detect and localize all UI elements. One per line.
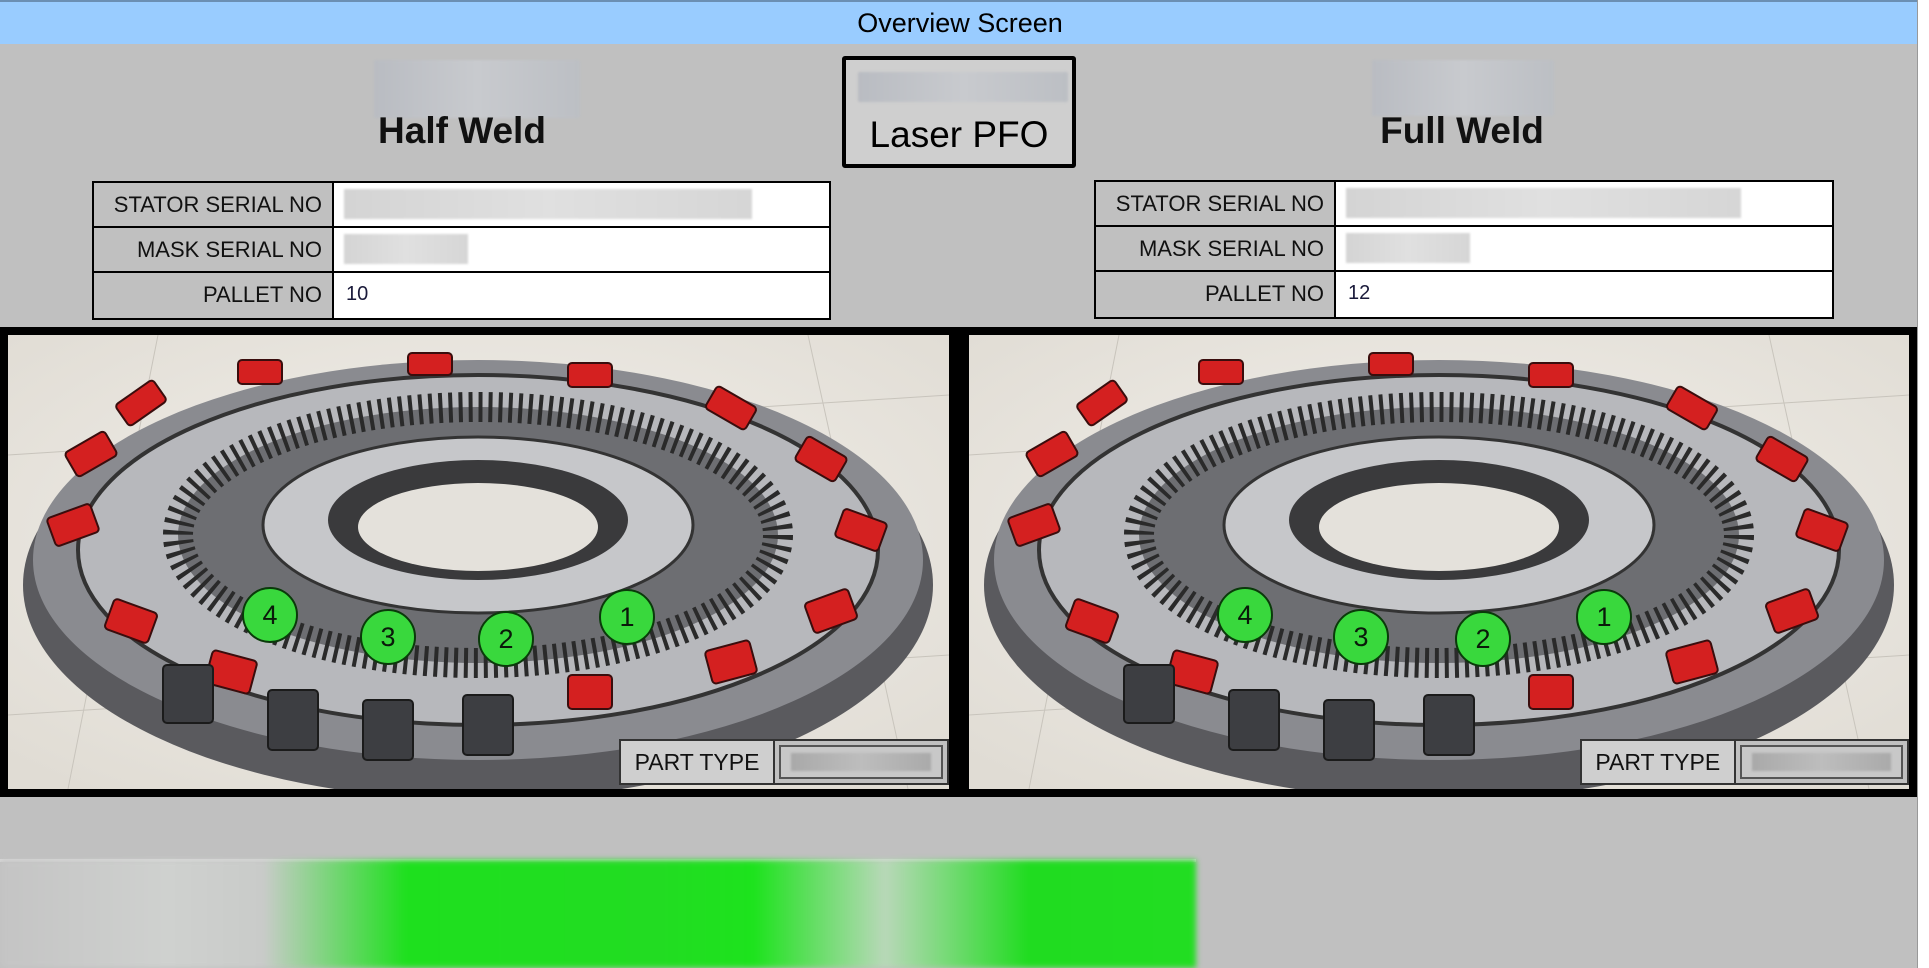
stator-image xyxy=(8,335,949,789)
mask-serial-row: MASK SERIAL NO xyxy=(94,228,829,273)
stator-serial-field xyxy=(1336,182,1832,225)
part-type-value-box xyxy=(779,745,943,779)
full-weld-part-type: PART TYPE xyxy=(1580,739,1909,785)
stator-serial-field xyxy=(334,183,829,226)
pallet-no-row: PALLET NO 12 xyxy=(1096,272,1832,317)
part-type-label: PART TYPE xyxy=(1582,741,1736,783)
stator-serial-label: STATOR SERIAL NO xyxy=(94,183,334,226)
half-weld-title: Half Weld xyxy=(378,110,546,151)
half-weld-info-table: STATOR SERIAL NO MASK SERIAL NO PALLET N… xyxy=(92,181,831,320)
stator-image-frame: 1 2 3 4 PART TYPE 1 2 3 4 PART TYPE xyxy=(0,327,1917,797)
laser-pfo-status-indicator xyxy=(858,72,1068,102)
full-weld-title: Full Weld xyxy=(1380,110,1544,151)
laser-pfo-button[interactable]: Laser PFO xyxy=(842,56,1076,168)
stator-serial-value xyxy=(344,189,752,219)
station-status-bar xyxy=(0,860,1196,968)
weld-position-marker-3[interactable]: 3 xyxy=(360,609,416,665)
pallet-no-label: PALLET NO xyxy=(1096,272,1336,317)
weld-position-marker-1[interactable]: 1 xyxy=(1576,589,1632,645)
weld-position-marker-3[interactable]: 3 xyxy=(1333,609,1389,665)
pallet-no-value: 10 xyxy=(334,273,829,318)
mask-serial-field xyxy=(334,228,829,271)
mask-serial-row: MASK SERIAL NO xyxy=(1096,227,1832,272)
weld-position-marker-2[interactable]: 2 xyxy=(1455,611,1511,667)
full-weld-info-table: STATOR SERIAL NO MASK SERIAL NO PALLET N… xyxy=(1094,180,1834,319)
weld-position-marker-2[interactable]: 2 xyxy=(478,611,534,667)
full-weld-stator-panel: 1 2 3 4 PART TYPE xyxy=(969,335,1909,789)
mask-serial-label: MASK SERIAL NO xyxy=(1096,227,1336,270)
weld-position-marker-1[interactable]: 1 xyxy=(599,589,655,645)
full-weld-status-indicator xyxy=(1372,60,1554,116)
half-weld-stator-panel: 1 2 3 4 PART TYPE xyxy=(8,335,949,789)
part-type-field xyxy=(775,741,947,783)
stator-serial-label: STATOR SERIAL NO xyxy=(1096,182,1336,225)
weld-position-marker-4[interactable]: 4 xyxy=(242,587,298,643)
mask-serial-value xyxy=(1346,233,1470,263)
stator-image xyxy=(969,335,1909,789)
half-weld-part-type: PART TYPE xyxy=(619,739,949,785)
mask-serial-field xyxy=(1336,227,1832,270)
mask-serial-label: MASK SERIAL NO xyxy=(94,228,334,271)
part-type-field xyxy=(1735,741,1907,783)
mask-serial-value xyxy=(344,234,468,264)
part-type-label: PART TYPE xyxy=(621,741,776,783)
stator-serial-row: STATOR SERIAL NO xyxy=(1096,182,1832,227)
pallet-no-label: PALLET NO xyxy=(94,273,334,318)
part-type-value xyxy=(1751,753,1891,771)
laser-pfo-label: Laser PFO xyxy=(869,114,1049,155)
window-title: Overview Screen xyxy=(0,0,1920,44)
window-edge xyxy=(1917,0,1929,968)
pallet-no-value: 12 xyxy=(1336,272,1832,317)
part-type-value-box xyxy=(1739,745,1903,779)
stator-serial-value xyxy=(1346,188,1741,218)
part-type-value xyxy=(791,753,931,771)
weld-position-marker-4[interactable]: 4 xyxy=(1217,587,1273,643)
stator-serial-row: STATOR SERIAL NO xyxy=(94,183,829,228)
pallet-no-row: PALLET NO 10 xyxy=(94,273,829,318)
